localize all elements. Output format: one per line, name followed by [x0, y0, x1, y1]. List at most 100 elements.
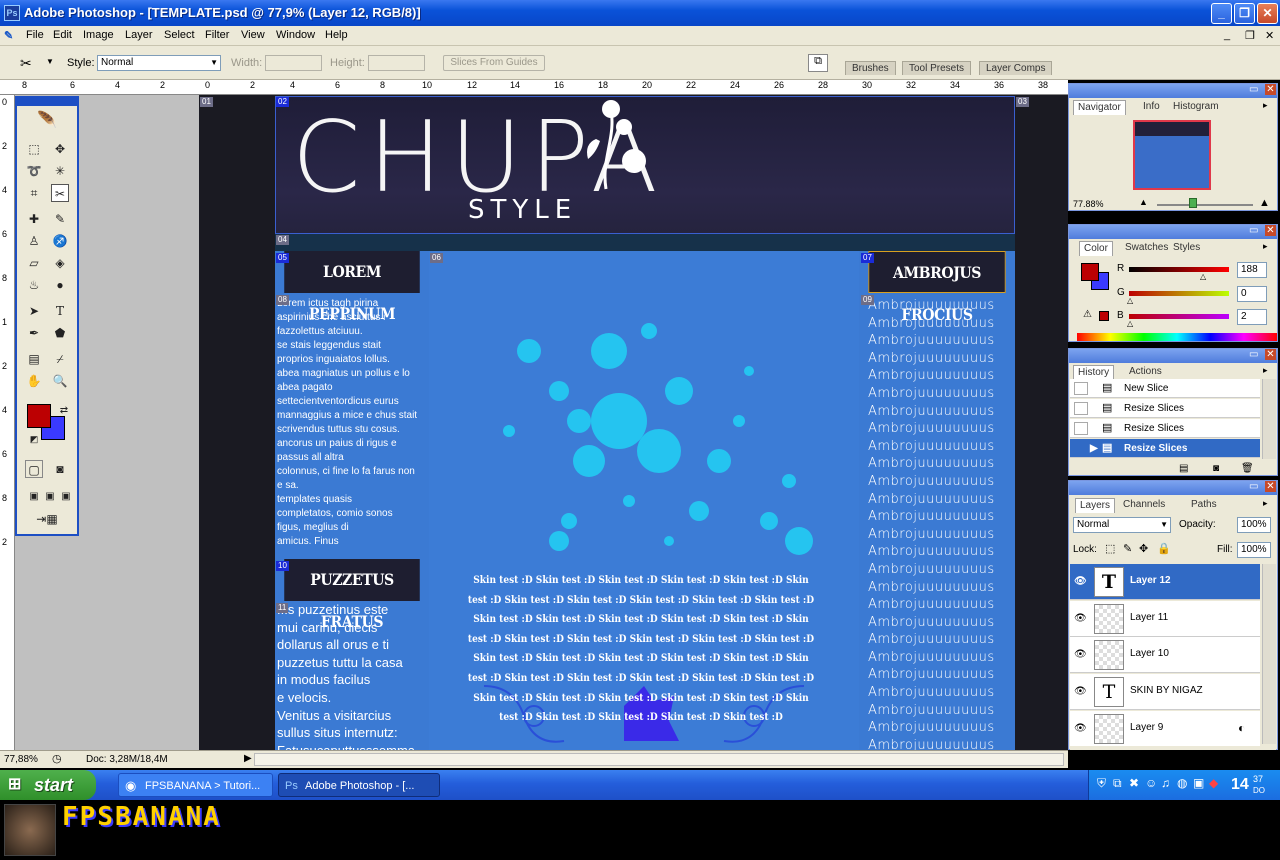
task-photoshop[interactable]: Ps Adobe Photoshop - [... — [278, 773, 440, 797]
slice-tag[interactable]: 05 — [276, 253, 289, 263]
zoom-in-icon[interactable]: ▲ — [1259, 197, 1270, 209]
layer-row[interactable]: 👁 Layer 11 — [1070, 601, 1260, 637]
brush-tool-icon[interactable]: ✎ — [51, 210, 69, 228]
tab-tool-presets[interactable]: Tool Presets — [902, 61, 972, 75]
layer-name[interactable]: Layer 12 — [1130, 575, 1171, 586]
doc-restore-icon[interactable]: ❐ — [1245, 29, 1255, 42]
tab-histogram[interactable]: Histogram — [1169, 100, 1223, 114]
eye-icon[interactable]: 👁 — [1074, 613, 1087, 624]
right-box-title[interactable]: AMBROJUS FROCIUS — [868, 251, 1006, 324]
toolbox-titlebar[interactable] — [17, 98, 77, 106]
warning-icon[interactable]: ⚠ — [1083, 309, 1092, 320]
tab-actions[interactable]: Actions — [1125, 365, 1166, 379]
history-item[interactable]: ▤ Resize Slices — [1070, 399, 1260, 418]
slice-tool-icon[interactable]: ✂ — [51, 184, 69, 202]
layer-effects-icon[interactable]: ◐ — [1238, 721, 1245, 735]
start-button[interactable]: ⊞ start — [0, 770, 96, 800]
security-icon[interactable]: ◍ — [1177, 776, 1187, 790]
layer-name[interactable]: Layer 11 — [1130, 612, 1168, 623]
panel-menu-icon[interactable]: ▸ — [1263, 241, 1268, 252]
history-snapshot-icon[interactable]: ◙ — [1213, 463, 1219, 474]
web-safe-swatch[interactable] — [1099, 311, 1109, 321]
slice-select-tool-icon[interactable]: ✂ — [20, 55, 32, 72]
network-icon[interactable]: ⧉ — [1113, 776, 1122, 791]
slice-tag[interactable]: 08 — [276, 295, 289, 305]
panel-menu-icon[interactable]: ▸ — [1263, 100, 1268, 111]
layers-panel-header[interactable] — [1069, 481, 1277, 495]
menu-select[interactable]: Select — [164, 29, 195, 41]
g-slider-thumb-icon[interactable]: △ — [1127, 296, 1133, 305]
slice-tag[interactable]: 11 — [276, 603, 289, 613]
history-panel-header[interactable] — [1069, 349, 1277, 363]
panel-minimize-icon[interactable]: ▭ — [1249, 481, 1258, 492]
menu-view[interactable]: View — [241, 29, 265, 41]
chevron-down-icon[interactable]: ▼ — [46, 57, 54, 66]
status-zoom[interactable]: 77,88% — [4, 754, 38, 765]
tab-navigator[interactable]: Navigator — [1073, 100, 1126, 115]
fill-input[interactable]: 100% — [1237, 542, 1271, 558]
trash-icon[interactable]: 🗑 — [1241, 463, 1254, 474]
eraser-tool-icon[interactable]: ▱ — [25, 254, 43, 272]
panel-close-icon[interactable]: ✕ — [1265, 225, 1276, 236]
stamp-tool-icon[interactable]: ♙ — [25, 232, 43, 250]
eye-icon[interactable]: 👁 — [1074, 686, 1087, 697]
panel-close-icon[interactable]: ✕ — [1265, 84, 1276, 95]
layer-row[interactable]: 👁 T SKIN BY NIGAZ — [1070, 674, 1260, 710]
tab-history[interactable]: History — [1073, 365, 1115, 380]
eyedropper-tool-icon[interactable]: ⌿ — [51, 350, 69, 368]
tab-color[interactable]: Color — [1079, 241, 1113, 256]
menu-file[interactable]: File — [26, 29, 44, 41]
history-scrollbar[interactable] — [1262, 379, 1276, 459]
tab-swatches[interactable]: Swatches — [1121, 241, 1172, 255]
marquee-tool-icon[interactable]: ⬚ — [25, 140, 43, 158]
horizontal-scrollbar[interactable] — [254, 753, 1064, 766]
horizontal-ruler[interactable]: 8 6 4 2 0 2 4 6 8 10 12 14 16 18 20 22 2… — [0, 80, 1068, 95]
lock-position-icon[interactable]: ✥ — [1139, 542, 1148, 555]
messenger-icon[interactable]: ☺ — [1145, 776, 1157, 790]
slice-tag[interactable]: 03 — [1016, 97, 1029, 107]
height-input[interactable] — [368, 55, 425, 71]
layer-name[interactable]: Layer 9 — [1130, 722, 1163, 733]
zoom-out-icon[interactable]: ▲ — [1139, 197, 1148, 207]
lock-transparency-icon[interactable]: ⬚ — [1105, 542, 1115, 555]
minimize-button[interactable]: _ — [1211, 3, 1232, 24]
panel-close-icon[interactable]: ✕ — [1265, 481, 1276, 492]
slice-tag[interactable]: 10 — [276, 561, 289, 571]
default-colors-icon[interactable]: ◩ — [25, 430, 43, 448]
b-slider-thumb-icon[interactable]: △ — [1127, 319, 1133, 328]
panel-minimize-icon[interactable]: ▭ — [1249, 84, 1258, 95]
file-browser-icon[interactable]: ⧉ — [808, 54, 828, 72]
history-item-current[interactable]: ▶ ▤ Resize Slices — [1070, 439, 1260, 458]
menu-edit[interactable]: Edit — [53, 29, 72, 41]
history-brush-source-box[interactable] — [1074, 422, 1088, 435]
slice-tag[interactable]: 07 — [861, 253, 874, 263]
jump-to-imageready-icon[interactable]: ⇥▦ — [27, 510, 67, 528]
lock-image-icon[interactable]: ✎ — [1123, 542, 1132, 555]
color-ramp[interactable] — [1077, 333, 1277, 341]
doc-close-icon[interactable]: ✕ — [1265, 29, 1274, 42]
path-select-tool-icon[interactable]: ➤ — [25, 302, 43, 320]
hand-tool-icon[interactable]: ✋ — [25, 372, 43, 390]
layer-name[interactable]: Layer 10 — [1130, 648, 1169, 659]
panel-close-icon[interactable]: ✕ — [1265, 349, 1276, 360]
move-tool-icon[interactable]: ✥ — [51, 140, 69, 158]
doc-minimize-icon[interactable]: _ — [1224, 29, 1230, 41]
foreground-color-swatch[interactable] — [1081, 263, 1099, 281]
slice-tag[interactable]: 09 — [861, 295, 874, 305]
slices-from-guides-button[interactable]: Slices From Guides — [443, 55, 545, 71]
task-fpsbanana[interactable]: ◉ FPSBANANA > Tutori... — [118, 773, 273, 797]
panel-menu-icon[interactable]: ▸ — [1263, 498, 1268, 509]
r-input[interactable]: 188 — [1237, 262, 1267, 278]
history-new-document-icon[interactable]: ▤ — [1179, 463, 1188, 474]
healing-brush-tool-icon[interactable]: ✚ — [25, 210, 43, 228]
restore-button[interactable]: ❐ — [1234, 3, 1255, 24]
screen-mode-full-icon[interactable]: ▣ — [57, 488, 75, 506]
zoom-tool-icon[interactable]: 🔍 — [51, 372, 69, 390]
speaker-icon[interactable]: ♫ — [1161, 776, 1170, 790]
blend-mode-select[interactable]: Normal ▼ — [1073, 517, 1171, 533]
shape-tool-icon[interactable]: ⬟ — [51, 324, 69, 342]
menu-window[interactable]: Window — [276, 29, 315, 41]
panel-minimize-icon[interactable]: ▭ — [1249, 349, 1258, 360]
menu-filter[interactable]: Filter — [205, 29, 229, 41]
tab-channels[interactable]: Channels — [1119, 498, 1169, 512]
